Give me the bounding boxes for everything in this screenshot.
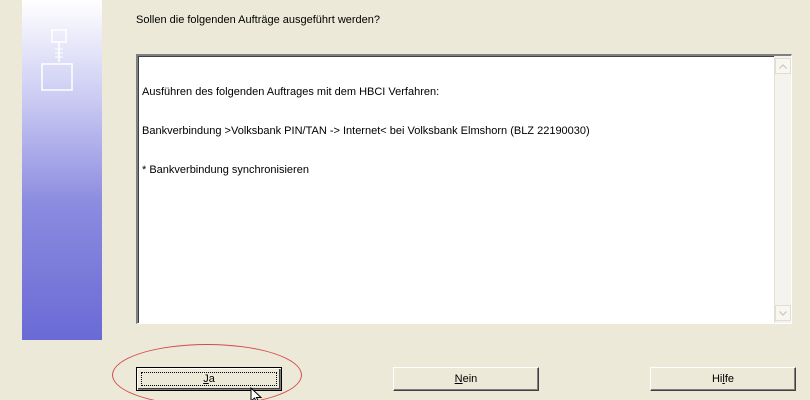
focus-rectangle <box>141 372 277 386</box>
vertical-scrollbar[interactable] <box>774 56 791 323</box>
question-label: Sollen die folgenden Aufträge ausgeführt… <box>136 14 381 26</box>
chevron-up-icon <box>779 63 787 69</box>
scroll-up-button[interactable] <box>775 58 791 74</box>
help-button-label: Hilfe <box>712 373 734 385</box>
orders-textarea[interactable]: Ausführen des folgenden Auftrages mit de… <box>136 54 792 324</box>
no-button[interactable]: Nein <box>393 367 539 391</box>
side-banner <box>22 0 102 340</box>
dialog-window: Sollen die folgenden Aufträge ausgeführt… <box>0 0 810 400</box>
text-line: * Bankverbindung synchronisieren <box>142 164 309 176</box>
help-label-prefix: Hi <box>711 373 723 385</box>
scroll-down-button[interactable] <box>775 305 791 321</box>
mouse-pointer-icon <box>250 387 263 400</box>
no-label-rest: ein <box>462 373 478 385</box>
help-label-rest: fe <box>724 373 735 385</box>
chevron-down-icon <box>779 310 787 316</box>
flowchart-icon <box>41 29 73 91</box>
help-button[interactable]: Hilfe <box>650 367 796 391</box>
orders-text: Ausführen des folgenden Auftrages mit de… <box>140 58 773 321</box>
no-button-label: Nein <box>455 373 478 385</box>
no-mnemonic: N <box>454 373 463 385</box>
text-line: Ausführen des folgenden Auftrages mit de… <box>142 86 440 98</box>
text-line: Bankverbindung >Volksbank PIN/TAN -> Int… <box>142 125 590 137</box>
